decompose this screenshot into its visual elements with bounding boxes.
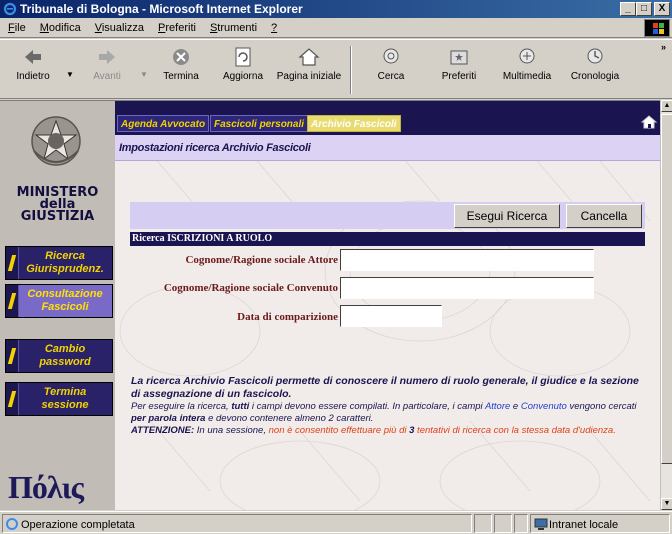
search-icon (383, 48, 399, 64)
data-comparizione-label: Data di comparizione (237, 311, 338, 323)
close-button[interactable]: X (654, 2, 670, 16)
tab-archivio-fascicoli[interactable]: Archivio Fascicoli (307, 115, 401, 132)
vertical-scrollbar[interactable]: ▲ ▼ (660, 100, 672, 510)
action-bar: Esegui Ricerca Cancella (130, 202, 645, 229)
windows-logo-icon (644, 19, 670, 37)
status-pane-main: Operazione completata (2, 514, 472, 533)
attore-label: Cognome/Ragione sociale Attore (185, 254, 338, 266)
favorites-icon (450, 50, 468, 65)
stop-icon (173, 49, 189, 65)
sidebar: MINISTERO della GIUSTIZIA Ricerca Giurisp… (0, 101, 115, 510)
nav-tag-icon (6, 340, 19, 372)
tab-fascicoli-personali[interactable]: Fascicoli personali (210, 115, 309, 132)
scroll-down-icon[interactable]: ▼ (661, 498, 672, 510)
nav-cambio-password[interactable]: Cambio password (5, 339, 113, 373)
status-pane (494, 514, 512, 533)
status-pane (474, 514, 492, 533)
page-done-icon (6, 518, 18, 530)
nav-tag-icon (6, 285, 19, 317)
home-icon[interactable] (641, 114, 657, 130)
nav-ricerca-giurisprudenza[interactable]: Ricerca Giurisprudenz. (5, 246, 113, 280)
scroll-thumb[interactable] (661, 114, 672, 464)
menu-visualizza[interactable]: Visualizza (95, 22, 144, 34)
tab-agenda-avvocato[interactable]: Agenda Avvocato (117, 115, 210, 132)
status-text: Operazione completata (21, 519, 135, 531)
minimize-button[interactable]: _ (620, 2, 636, 16)
page-subheader: Impostazioni ricerca Archivio Fascicoli (115, 135, 660, 161)
zone-text: Intranet locale (549, 519, 619, 531)
menu-modifica[interactable]: Modifica (40, 22, 81, 34)
menu-strumenti[interactable]: Strumenti (210, 22, 257, 34)
convenuto-input[interactable] (340, 277, 594, 299)
section-title: Ricerca ISCRIZIONI A RUOLO (130, 232, 645, 246)
favorites-button[interactable]: Preferiti (428, 44, 490, 98)
title-bar: Tribunale di Bologna - Microsoft Interne… (0, 0, 672, 18)
forward-arrow-icon (99, 50, 115, 64)
convenuto-label: Cognome/Ragione sociale Convenuto (163, 282, 338, 294)
toolbar: Indietro ▼ Avanti ▼ Termina Aggiorna Pag… (0, 39, 672, 99)
forward-dropdown-icon[interactable]: ▼ (140, 70, 148, 79)
home-button[interactable]: Pagina iniziale (272, 44, 346, 98)
nav-tag-icon (6, 383, 19, 415)
stop-button[interactable]: Termina (150, 44, 212, 98)
tab-bar: Agenda Avvocato Fascicoli personali Arch… (115, 101, 660, 135)
media-icon (519, 48, 535, 64)
status-bar: Operazione completata Intranet locale (0, 511, 672, 534)
back-button[interactable]: Indietro (2, 44, 64, 98)
cancella-button[interactable]: Cancella (566, 204, 642, 228)
ministry-title: MINISTERO della GIUSTIZIA (16, 185, 99, 224)
search-button[interactable]: Cerca (360, 44, 422, 98)
menu-bar: File Modifica Visualizza Preferiti Strumenti… (0, 18, 672, 38)
republic-emblem-icon (31, 116, 81, 166)
refresh-icon (235, 47, 251, 67)
page-content: MINISTERO della GIUSTIZIA Ricerca Giurisp… (0, 100, 660, 510)
status-zone-pane: Intranet locale (530, 514, 670, 533)
maximize-button[interactable]: □ (636, 2, 652, 16)
info-warning: ATTENZIONE: In una sessione, non è conse… (131, 425, 616, 436)
window-title: Tribunale di Bologna - Microsoft Interne… (20, 2, 303, 16)
refresh-button[interactable]: Aggiorna (212, 44, 274, 98)
nav-consultazione-fascicoli[interactable]: Consultazione Fascicoli (5, 284, 113, 318)
info-paragraph-1: Per eseguire la ricerca, tutti i campi d… (131, 401, 637, 424)
home-icon (298, 48, 320, 66)
data-comparizione-input[interactable] (340, 305, 442, 327)
nav-termina-sessione[interactable]: Termina sessione (5, 382, 113, 416)
toolbar-separator (350, 46, 352, 94)
info-text: La ricerca Archivio Fascicoli permette d… (131, 375, 651, 437)
scroll-up-icon[interactable]: ▲ (661, 100, 672, 112)
status-pane (514, 514, 528, 533)
nav-tag-icon (6, 247, 19, 279)
attore-input[interactable] (340, 249, 594, 271)
info-lead: La ricerca Archivio Fascicoli permette d… (131, 375, 639, 400)
back-dropdown-icon[interactable]: ▼ (66, 70, 74, 79)
polis-logo: Πόλις (8, 469, 84, 505)
menu-preferiti[interactable]: Preferiti (158, 22, 196, 34)
media-button[interactable]: Multimedia (496, 44, 558, 98)
browser-window: Tribunale di Bologna - Microsoft Interne… (0, 0, 672, 534)
history-button[interactable]: Cronologia (564, 44, 626, 98)
esegui-ricerca-button[interactable]: Esegui Ricerca (454, 204, 560, 228)
back-arrow-icon (25, 50, 41, 64)
toolbar-chevron-icon[interactable]: » (661, 42, 666, 52)
menu-help[interactable]: ? (271, 22, 277, 34)
intranet-icon (534, 518, 548, 530)
history-icon (587, 48, 603, 64)
menu-file[interactable]: File (8, 22, 26, 34)
ie-logo-icon (3, 2, 17, 16)
forward-button[interactable]: Avanti (76, 44, 138, 98)
